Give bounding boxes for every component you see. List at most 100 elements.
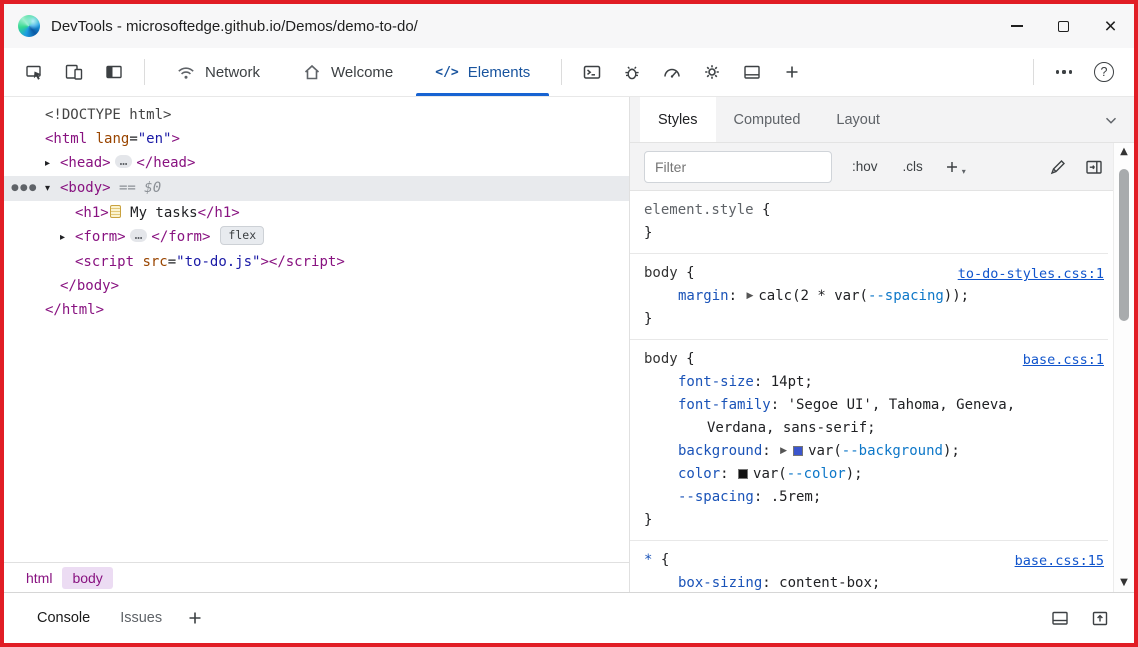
html-tag: <form> bbox=[75, 229, 126, 245]
node-menu-icon[interactable]: ●●● bbox=[11, 176, 38, 200]
elements-panel: <!DOCTYPE html><html lang="en">▸<head>…<… bbox=[4, 97, 630, 592]
css-value: calc(2 * var( bbox=[758, 288, 868, 304]
code-icon: </> bbox=[435, 65, 458, 80]
code-text: : bbox=[720, 466, 737, 482]
css-line[interactable]: } bbox=[630, 509, 1108, 532]
ellipsis-pill[interactable]: … bbox=[130, 229, 148, 242]
element-class-button[interactable]: .cls bbox=[898, 155, 928, 178]
tree-expand-icon[interactable]: ▸ bbox=[60, 226, 75, 250]
code-text: { bbox=[678, 265, 695, 281]
flex-badge[interactable]: flex bbox=[220, 226, 264, 245]
dom-tree-row[interactable]: <script src="to-do.js"></script> bbox=[4, 250, 629, 274]
css-line[interactable]: box-sizing: content-box; bbox=[630, 572, 1108, 592]
html-tag: > bbox=[171, 131, 179, 147]
close-button[interactable]: × bbox=[1087, 4, 1134, 48]
computed-sidebar-button[interactable] bbox=[1084, 157, 1104, 177]
console-tool-button[interactable] bbox=[575, 55, 609, 89]
minimize-button[interactable] bbox=[993, 4, 1040, 48]
pseudo-state-button[interactable]: :hov bbox=[847, 155, 883, 178]
css-line[interactable]: margin: ▶calc(2 * var(--spacing)); bbox=[630, 285, 1108, 308]
tree-expand-icon[interactable]: ▸ bbox=[45, 152, 60, 176]
more-tabs-button[interactable] bbox=[1102, 97, 1134, 142]
styles-panel: Styles Computed Layout :hov .cls ▾ bbox=[630, 97, 1134, 592]
css-line[interactable]: body { to-do-styles.css:1 bbox=[630, 262, 1108, 285]
styles-scrollbar[interactable]: ▲ ▼ bbox=[1113, 143, 1134, 592]
css-line[interactable]: * {base.css:15 bbox=[630, 549, 1108, 572]
drawer-dock-button[interactable] bbox=[1050, 608, 1070, 628]
performance-button[interactable] bbox=[655, 55, 689, 89]
more-options-button[interactable] bbox=[1047, 55, 1081, 89]
dom-tree-row[interactable]: ▸<head>…</head> bbox=[4, 151, 629, 176]
css-line[interactable]: element.style { bbox=[630, 199, 1108, 222]
css-value: Verdana, sans-serif; bbox=[707, 420, 876, 436]
debugger-button[interactable] bbox=[615, 55, 649, 89]
tab-console[interactable]: Console bbox=[22, 593, 105, 643]
dom-tree-row[interactable]: <h1> My tasks</h1> bbox=[4, 201, 629, 225]
css-property: margin bbox=[678, 288, 729, 304]
css-property: font-family bbox=[678, 397, 771, 413]
css-line[interactable]: Verdana, sans-serif; bbox=[630, 417, 1108, 440]
styles-tab-bar: Styles Computed Layout bbox=[630, 97, 1134, 143]
css-line[interactable]: } bbox=[630, 308, 1108, 331]
styles-toolbar: :hov .cls ▾ bbox=[630, 143, 1134, 191]
css-line[interactable]: background: ▶var(--background); bbox=[630, 440, 1108, 463]
font-editor-button[interactable] bbox=[1048, 157, 1068, 177]
tab-elements[interactable]: </> Elements bbox=[414, 48, 551, 96]
expand-drawer-button[interactable] bbox=[1090, 608, 1110, 628]
tab-layout[interactable]: Layout bbox=[818, 97, 898, 142]
scroll-down-icon[interactable]: ▼ bbox=[1120, 578, 1128, 588]
focus-mode-button[interactable] bbox=[97, 55, 131, 89]
css-value: content-box; bbox=[779, 575, 880, 591]
dom-tree-row[interactable]: ▸<form>…</form>flex bbox=[4, 225, 629, 250]
css-value: 'Segoe UI', Tahoma, Geneva, bbox=[788, 397, 1016, 413]
scroll-up-icon[interactable]: ▲ bbox=[1120, 147, 1128, 157]
dom-tree-row[interactable]: <!DOCTYPE html> bbox=[4, 103, 629, 127]
help-button[interactable]: ? bbox=[1087, 55, 1121, 89]
scrollbar-thumb[interactable] bbox=[1119, 169, 1129, 321]
css-line[interactable]: color: var(--color); bbox=[630, 463, 1108, 486]
stylesheet-link[interactable]: base.css:15 bbox=[1015, 550, 1104, 573]
code-text: = bbox=[168, 254, 176, 270]
tree-collapse-icon[interactable]: ▾ bbox=[45, 177, 60, 201]
css-value: ); bbox=[846, 466, 863, 482]
css-line[interactable]: } bbox=[630, 222, 1108, 245]
add-tools-button[interactable] bbox=[775, 55, 809, 89]
html-attribute: lang bbox=[87, 131, 129, 147]
css-line[interactable]: font-size: 14pt; bbox=[630, 371, 1108, 394]
main-split: <!DOCTYPE html><html lang="en">▸<head>…<… bbox=[4, 97, 1134, 592]
tab-styles[interactable]: Styles bbox=[640, 97, 716, 142]
bug-icon bbox=[622, 62, 642, 82]
dom-tree-row[interactable]: <html lang="en"> bbox=[4, 127, 629, 151]
new-style-rule-button[interactable]: ▾ bbox=[943, 158, 966, 176]
breadcrumb: html body bbox=[4, 562, 629, 592]
breadcrumb-item-html[interactable]: html bbox=[16, 567, 62, 589]
tab-computed[interactable]: Computed bbox=[716, 97, 819, 142]
css-selector: body bbox=[644, 265, 678, 281]
dock-button[interactable] bbox=[735, 55, 769, 89]
inspect-button[interactable] bbox=[17, 55, 51, 89]
styles-filter-input[interactable] bbox=[644, 151, 832, 183]
css-line[interactable]: --spacing: .5rem; bbox=[630, 486, 1108, 509]
settings-button[interactable] bbox=[695, 55, 729, 89]
breadcrumb-item-body[interactable]: body bbox=[62, 567, 112, 589]
code-text: { bbox=[652, 552, 669, 568]
ellipsis-pill[interactable]: … bbox=[115, 155, 133, 168]
code-text: { bbox=[678, 351, 695, 367]
stylesheet-link[interactable]: base.css:1 bbox=[1023, 349, 1104, 372]
tab-welcome[interactable]: Welcome bbox=[281, 48, 414, 96]
tab-issues[interactable]: Issues bbox=[105, 593, 177, 643]
dom-tree-row[interactable]: </html> bbox=[4, 298, 629, 322]
add-drawer-tab-button[interactable] bbox=[185, 608, 205, 628]
dom-tree-row[interactable]: </body> bbox=[4, 274, 629, 298]
tab-network[interactable]: Network bbox=[155, 48, 281, 96]
chevron-down-icon bbox=[1102, 111, 1120, 129]
more-dots-icon bbox=[1056, 70, 1072, 73]
wifi-icon bbox=[176, 62, 196, 82]
stylesheet-link[interactable]: to-do-styles.css:1 bbox=[958, 263, 1104, 286]
element-style-selector: element.style bbox=[644, 202, 754, 218]
device-emulation-button[interactable] bbox=[57, 55, 91, 89]
maximize-button[interactable] bbox=[1040, 4, 1087, 48]
css-line[interactable]: body {base.css:1 bbox=[630, 348, 1108, 371]
css-line[interactable]: font-family: 'Segoe UI', Tahoma, Geneva, bbox=[630, 394, 1108, 417]
dom-tree-row[interactable]: ●●●▾<body> == $0 bbox=[4, 176, 629, 201]
